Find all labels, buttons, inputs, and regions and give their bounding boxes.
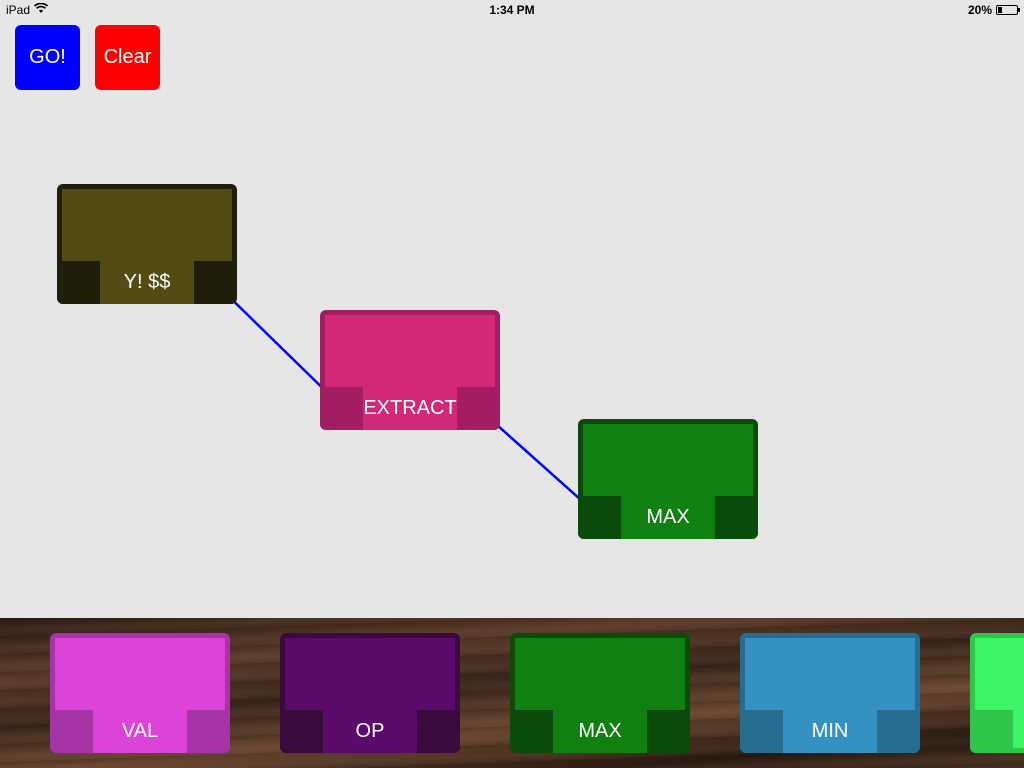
palette-block-max[interactable]: MAX [510,633,690,753]
node-label: Y! $$ [100,261,194,304]
output-port[interactable] [194,261,237,304]
block-label: MAX [553,710,647,753]
node-extract[interactable]: EXTRACT [320,310,500,430]
node-label: EXTRACT [363,387,457,430]
input-port[interactable] [320,387,363,430]
output-port [647,710,690,753]
output-port[interactable] [715,496,758,539]
node-yahoo-finance[interactable]: Y! $$ [57,184,237,304]
input-port[interactable] [57,261,100,304]
output-port [187,710,230,753]
palette-block-op[interactable]: OP [280,633,460,753]
node-label: MAX [621,496,715,539]
input-port [280,710,323,753]
app-screen: iPad 1:34 PM 20% GO! Clear Y! $$ EXTRACT… [0,0,1024,768]
go-button[interactable]: GO! [15,25,80,90]
block-label: MIN [783,710,877,753]
battery-icon [996,5,1020,15]
status-right: 20% [967,3,1020,17]
block-palette-tray[interactable]: VAL OP MAX MIN [0,618,1024,768]
block-label: VAL [93,710,187,753]
palette-block-val[interactable]: VAL [50,633,230,753]
output-port [417,710,460,753]
block-label: OP [323,710,417,753]
input-port [510,710,553,753]
status-bar: iPad 1:34 PM 20% [0,0,1024,20]
node-max[interactable]: MAX [578,419,758,539]
output-port[interactable] [457,387,500,430]
input-port [740,710,783,753]
output-port [877,710,920,753]
status-time: 1:34 PM [489,3,535,17]
palette-block-partial[interactable] [970,633,1024,753]
battery-percent: 20% [967,3,992,17]
clear-button[interactable]: Clear [95,25,160,90]
palette-block-min[interactable]: MIN [740,633,920,753]
input-port [970,710,1013,753]
input-port [50,710,93,753]
input-port[interactable] [578,496,621,539]
